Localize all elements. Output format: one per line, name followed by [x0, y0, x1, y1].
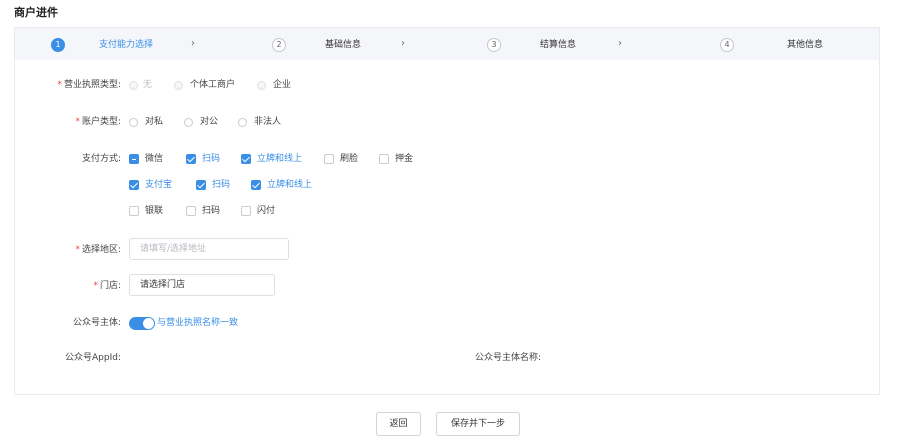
radio-account-private[interactable]	[129, 118, 138, 127]
checkbox-unionpay-quickpass-label: 闪付	[257, 206, 276, 216]
radio-license-individual[interactable]	[174, 81, 183, 90]
chevron-right-icon: ›	[191, 38, 195, 49]
radio-account-public-label: 对公	[200, 117, 219, 127]
step-4-label[interactable]: 其他信息	[787, 39, 823, 51]
switch-knob	[143, 318, 154, 329]
checkbox-unionpay-scan-label: 扫码	[202, 206, 221, 216]
checkbox-wechat-face-label: 刷脸	[340, 154, 359, 164]
subject-name-label: 公众号主体名称:	[474, 353, 541, 363]
license-type-label: * 营业执照类型:	[57, 80, 121, 90]
step-1-number[interactable]: 1	[51, 38, 65, 52]
checkbox-wechat-label: 微信	[145, 154, 164, 164]
radio-account-non-legal-label: 非法人	[254, 117, 282, 127]
region-label: * 选择地区:	[75, 245, 121, 255]
checkbox-alipay-label: 支付宝	[145, 180, 173, 190]
radio-license-none[interactable]	[129, 81, 138, 90]
store-label: * 门店:	[93, 281, 121, 291]
checkbox-unionpay-scan[interactable]	[186, 206, 196, 216]
back-button[interactable]: 返回	[376, 412, 421, 436]
official-account-switch[interactable]	[129, 317, 155, 330]
official-account-switch-text: 与营业执照名称一致	[157, 318, 239, 328]
checkbox-wechat-standee-label: 立牌和线上	[257, 154, 303, 164]
step-2-label[interactable]: 基础信息	[325, 39, 361, 51]
radio-license-none-label: 无	[143, 80, 153, 90]
checkbox-wechat-face[interactable]	[324, 154, 334, 164]
checkbox-alipay[interactable]	[129, 180, 139, 190]
checkbox-unionpay[interactable]	[129, 206, 139, 216]
radio-account-public[interactable]	[184, 118, 193, 127]
radio-account-non-legal[interactable]	[238, 118, 247, 127]
appid-label: 公众号AppId:	[65, 353, 121, 363]
region-input[interactable]: 请填写/选择地址	[129, 238, 289, 260]
checkbox-alipay-scan-label: 扫码	[212, 180, 231, 190]
chevron-right-icon: ›	[401, 38, 405, 49]
checkbox-wechat[interactable]	[129, 154, 139, 164]
checkbox-alipay-scan[interactable]	[196, 180, 206, 190]
radio-license-individual-label: 个体工商户	[190, 80, 236, 90]
radio-license-enterprise[interactable]	[257, 81, 266, 90]
chevron-right-icon: ›	[618, 38, 622, 49]
checkbox-alipay-standee[interactable]	[251, 180, 261, 190]
checkbox-wechat-standee[interactable]	[241, 154, 251, 164]
checkbox-wechat-scan[interactable]	[186, 154, 196, 164]
step-2-number[interactable]: 2	[272, 38, 286, 52]
checkbox-alipay-standee-label: 立牌和线上	[267, 180, 313, 190]
checkbox-wechat-deposit[interactable]	[379, 154, 389, 164]
step-4-number[interactable]: 4	[720, 38, 734, 52]
checkbox-wechat-deposit-label: 押金	[395, 154, 414, 164]
checkbox-wechat-scan-label: 扫码	[202, 154, 221, 164]
page-title: 商户进件	[14, 6, 58, 19]
step-3-number[interactable]: 3	[487, 38, 501, 52]
account-type-label: * 账户类型:	[75, 117, 121, 127]
step-3-label[interactable]: 结算信息	[540, 39, 576, 51]
checkbox-unionpay-label: 银联	[145, 206, 164, 216]
radio-account-private-label: 对私	[145, 117, 164, 127]
checkbox-unionpay-quickpass[interactable]	[241, 206, 251, 216]
form-panel: 1 支付能力选择 › 2 基础信息 › 3 结算信息 › 4 其他信息 * 营业执…	[14, 27, 880, 395]
official-account-label: 公众号主体:	[72, 318, 121, 328]
store-select[interactable]: 请选择门店	[129, 274, 275, 296]
payment-methods-label: 支付方式:	[81, 154, 121, 164]
save-next-button[interactable]: 保存并下一步	[436, 412, 520, 436]
step-1-label[interactable]: 支付能力选择	[99, 39, 153, 51]
radio-license-enterprise-label: 企业	[273, 80, 292, 90]
steps-bar: 1 支付能力选择 › 2 基础信息 › 3 结算信息 › 4 其他信息	[15, 28, 879, 60]
